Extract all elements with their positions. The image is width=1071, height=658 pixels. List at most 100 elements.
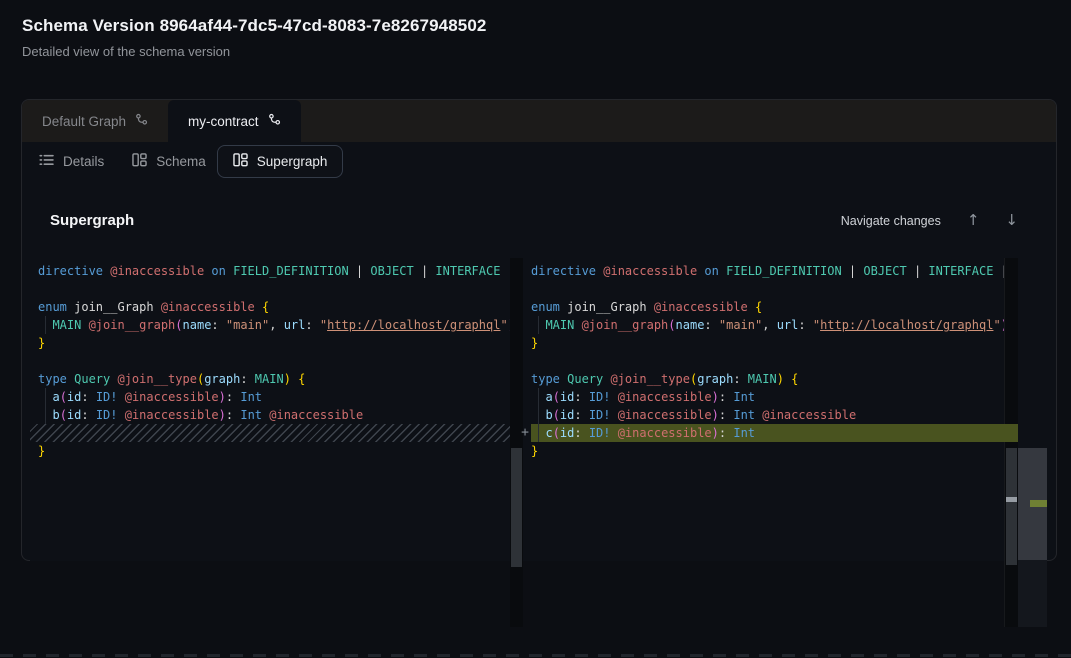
code-token: MAIN	[545, 318, 581, 332]
page-title: Schema Version 8964af44-7dc5-47cd-8083-7…	[22, 16, 486, 36]
code-token: on	[211, 264, 233, 278]
code-token: @inaccessible	[603, 264, 704, 278]
code-token: (	[553, 426, 560, 440]
scrollbar-change-marker	[1006, 497, 1017, 502]
code-token: :	[240, 372, 254, 386]
code-token: @inaccessible	[654, 300, 755, 314]
modified-scrollbar[interactable]	[1004, 258, 1018, 627]
subtab-details[interactable]: Details	[39, 154, 104, 169]
code-line: }	[38, 334, 510, 352]
code-token: |	[500, 264, 510, 278]
code-token: Int	[733, 426, 755, 440]
original-code-pane[interactable]: directive @inaccessible on FIELD_DEFINIT…	[30, 258, 510, 561]
code-token: b	[52, 408, 59, 422]
code-line: a(id: ID! @inaccessible): Int	[38, 388, 510, 406]
code-token: http://localhost/graphql	[327, 318, 500, 332]
minimap[interactable]	[1018, 258, 1047, 627]
arrow-up-icon: ↑	[967, 211, 980, 229]
tab-my-contract[interactable]: my-contract	[168, 100, 301, 142]
code-token: }	[531, 336, 538, 350]
code-token: enum	[531, 300, 567, 314]
code-token: )	[219, 390, 226, 404]
modified-code-pane[interactable]: directive @inaccessible on FIELD_DEFINIT…	[523, 258, 1004, 561]
code-token: (	[668, 318, 675, 332]
code-token: @inaccessible	[618, 426, 712, 440]
code-token: url	[777, 318, 799, 332]
code-token: @inaccessible	[161, 300, 262, 314]
code-token: "main"	[719, 318, 762, 332]
code-token: @join__graph	[582, 318, 669, 332]
code-token: :	[305, 318, 319, 332]
code-token: |	[907, 264, 929, 278]
code-token: graph	[697, 372, 733, 386]
original-scrollbar-slider[interactable]	[511, 448, 522, 567]
code-token: MAIN	[255, 372, 284, 386]
indent-guide	[538, 388, 539, 442]
code-token: ID!	[96, 408, 125, 422]
panel-title: Supergraph	[50, 212, 134, 229]
code-token: "	[320, 318, 327, 332]
supergraph-panel-header: Supergraph Navigate changes ↑ ↓	[50, 212, 1018, 229]
code-token: Int	[733, 390, 755, 404]
code-token: "	[500, 318, 507, 332]
tab-default-graph-label: Default Graph	[42, 114, 126, 129]
code-line: MAIN @join__graph(name: "main", url: "ht…	[531, 316, 1004, 334]
code-token: "main"	[226, 318, 269, 332]
code-line	[531, 280, 1004, 298]
navigate-next-button[interactable]: ↓	[1005, 213, 1018, 228]
code-token: Int	[733, 408, 762, 422]
bottom-dashed-edge	[0, 654, 1071, 657]
code-token: type	[38, 372, 74, 386]
modified-scrollbar-slider[interactable]	[1006, 448, 1017, 565]
indent-guide	[45, 316, 46, 334]
code-token: Query	[74, 372, 117, 386]
code-token: graph	[204, 372, 240, 386]
code-line	[38, 280, 510, 298]
code-token: )	[712, 426, 719, 440]
code-line: }	[531, 442, 1004, 460]
code-token: "	[993, 318, 1000, 332]
code-line: enum join__Graph @inaccessible {	[38, 298, 510, 316]
code-line: type Query @join__type(graph: MAIN) {	[38, 370, 510, 388]
original-code: directive @inaccessible on FIELD_DEFINIT…	[30, 258, 510, 460]
code-token: b	[545, 408, 552, 422]
navigate-prev-button[interactable]: ↑	[967, 213, 980, 228]
code-token: OBJECT	[370, 264, 413, 278]
code-token: {	[262, 300, 269, 314]
code-token: )	[712, 390, 719, 404]
subtab-schema[interactable]: Schema	[132, 153, 206, 170]
subtab-details-label: Details	[63, 154, 104, 169]
columns-icon	[233, 153, 248, 170]
code-token: (	[553, 408, 560, 422]
code-token: id	[560, 426, 574, 440]
indent-guide	[45, 388, 46, 424]
code-token: OBJECT	[863, 264, 906, 278]
code-token: MAIN	[52, 318, 88, 332]
code-token: @inaccessible	[269, 408, 363, 422]
code-token: id	[560, 408, 574, 422]
code-token: INTERFACE	[435, 264, 500, 278]
code-token: )	[777, 372, 784, 386]
code-line: MAIN @join__graph(name: "main", url: "ht…	[38, 316, 510, 334]
code-token: id	[67, 390, 81, 404]
subtab-supergraph[interactable]: Supergraph	[217, 145, 344, 178]
indent-guide	[538, 316, 539, 334]
code-token: }	[531, 444, 538, 458]
code-token: id	[67, 408, 81, 422]
inserted-line-placeholder	[30, 424, 510, 442]
code-token: (	[553, 390, 560, 404]
code-token: a	[545, 390, 552, 404]
code-token: Query	[567, 372, 610, 386]
code-token: @inaccessible	[618, 408, 712, 422]
modified-code: directive @inaccessible on FIELD_DEFINIT…	[523, 258, 1004, 460]
code-token: (	[60, 390, 67, 404]
tab-default-graph[interactable]: Default Graph	[22, 100, 168, 142]
code-token: :	[719, 390, 733, 404]
code-token: @inaccessible	[618, 390, 712, 404]
arrow-down-icon: ↓	[1005, 211, 1018, 229]
code-line: type Query @join__type(graph: MAIN) {	[531, 370, 1004, 388]
code-line: directive @inaccessible on FIELD_DEFINIT…	[531, 262, 1004, 280]
original-scrollbar[interactable]	[510, 258, 523, 627]
code-token: (	[175, 318, 182, 332]
code-token: http://localhost/graphql	[820, 318, 993, 332]
